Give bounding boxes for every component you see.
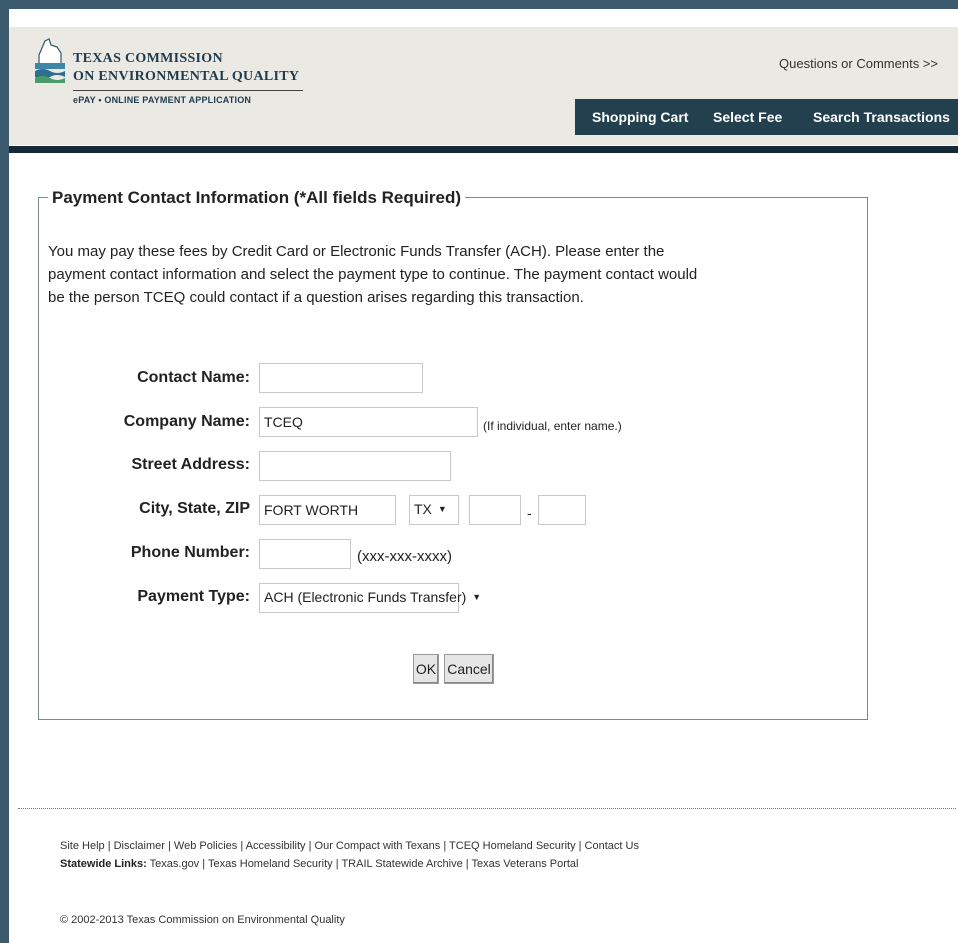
questions-comments-link[interactable]: Questions or Comments >> — [779, 56, 938, 71]
city-input[interactable] — [259, 495, 396, 525]
payment-type-select[interactable]: ACH (Electronic Funds Transfer) ▼ — [259, 583, 481, 613]
logo-divider — [73, 90, 303, 91]
nav-shopping-cart[interactable]: Shopping Cart — [592, 109, 688, 125]
statewide-links-label: Statewide Links: — [60, 858, 147, 870]
fieldset-legend: Payment Contact Information (*All fields… — [48, 188, 465, 208]
main-nav: Shopping Cart Select Fee Search Transact… — [575, 99, 958, 135]
phone-number-label: Phone Number: — [130, 544, 250, 561]
contact-name-input[interactable] — [259, 363, 423, 393]
copyright-text: © 2002-2013 Texas Commission on Environm… — [60, 914, 345, 926]
contact-name-label: Contact Name: — [137, 369, 250, 386]
intro-text: You may pay these fees by Credit Card or… — [48, 243, 698, 306]
dropdown-arrow-icon: ▼ — [472, 592, 482, 602]
zip-separator: - — [527, 505, 532, 521]
payment-type-value: ACH (Electronic Funds Transfer) — [264, 589, 467, 605]
zip4-input[interactable] — [538, 495, 586, 525]
org-name-line2: ON ENVIRONMENTAL QUALITY — [73, 69, 300, 84]
footer-divider — [18, 808, 956, 809]
ok-button[interactable]: OK — [413, 654, 439, 684]
dropdown-arrow-icon: ▼ — [437, 504, 447, 514]
header-divider — [9, 146, 958, 153]
street-address-input[interactable] — [259, 451, 451, 481]
phone-number-input[interactable] — [259, 539, 351, 569]
state-select[interactable]: TX ▼ — [409, 495, 459, 525]
nav-select-fee[interactable]: Select Fee — [713, 109, 782, 125]
company-name-input[interactable] — [259, 407, 478, 437]
footer-links[interactable]: Site Help | Disclaimer | Web Policies | … — [60, 840, 639, 852]
nav-search-transactions[interactable]: Search Transactions — [813, 109, 950, 125]
company-name-hint: (If individual, enter name.) — [483, 419, 622, 433]
state-select-value: TX — [414, 501, 432, 517]
cancel-button[interactable]: Cancel — [444, 654, 494, 684]
company-name-label: Company Name: — [123, 413, 250, 430]
payment-type-label: Payment Type: — [137, 588, 250, 605]
street-address-label: Street Address: — [131, 456, 250, 473]
phone-format-hint: (xxx-xxx-xxxx) — [357, 548, 452, 565]
city-state-zip-label: City, State, ZIP — [139, 500, 250, 517]
statewide-links[interactable]: Texas.gov | Texas Homeland Security | TR… — [150, 858, 579, 870]
statewide-links-row: Statewide Links: Texas.gov | Texas Homel… — [60, 858, 578, 870]
texas-map-icon — [35, 38, 65, 83]
zip-input[interactable] — [469, 495, 521, 525]
app-subtitle: ePAY • ONLINE PAYMENT APPLICATION — [73, 95, 252, 105]
org-name-line1: TEXAS COMMISSION — [73, 51, 223, 66]
site-header: TEXAS COMMISSION ON ENVIRONMENTAL QUALIT… — [9, 27, 958, 145]
